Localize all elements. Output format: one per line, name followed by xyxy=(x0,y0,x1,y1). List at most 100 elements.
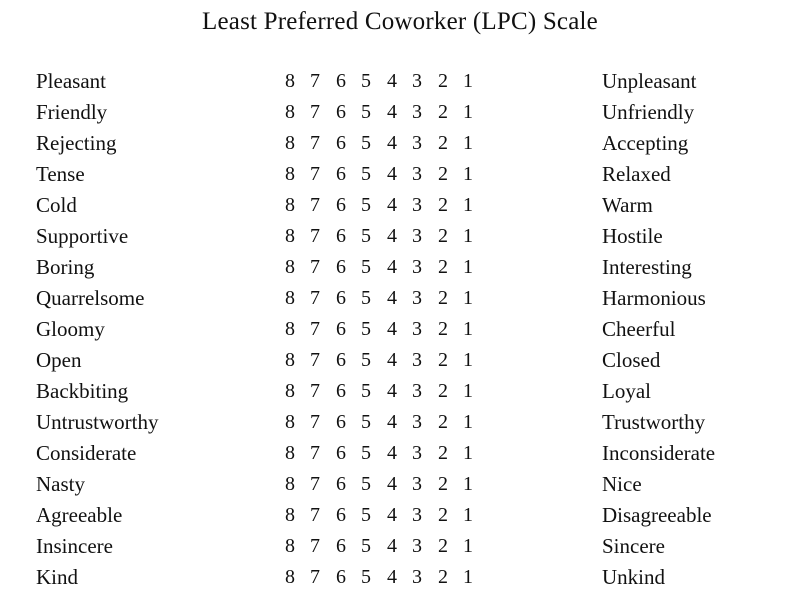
rating-option-1[interactable]: 1 xyxy=(459,471,477,498)
rating-option-6[interactable]: 6 xyxy=(332,68,350,95)
rating-option-2[interactable]: 2 xyxy=(434,502,452,529)
rating-option-8[interactable]: 8 xyxy=(281,223,299,250)
rating-option-7[interactable]: 7 xyxy=(306,347,324,374)
rating-option-6[interactable]: 6 xyxy=(332,130,350,157)
rating-option-1[interactable]: 1 xyxy=(459,254,477,281)
rating-option-8[interactable]: 8 xyxy=(281,502,299,529)
rating-option-7[interactable]: 7 xyxy=(306,285,324,312)
rating-option-5[interactable]: 5 xyxy=(357,130,375,157)
rating-option-1[interactable]: 1 xyxy=(459,223,477,250)
rating-option-2[interactable]: 2 xyxy=(434,564,452,591)
rating-option-7[interactable]: 7 xyxy=(306,254,324,281)
rating-option-5[interactable]: 5 xyxy=(357,471,375,498)
rating-option-4[interactable]: 4 xyxy=(383,409,401,436)
rating-option-5[interactable]: 5 xyxy=(357,347,375,374)
rating-option-3[interactable]: 3 xyxy=(408,130,426,157)
rating-option-1[interactable]: 1 xyxy=(459,533,477,560)
rating-option-2[interactable]: 2 xyxy=(434,378,452,405)
rating-option-3[interactable]: 3 xyxy=(408,68,426,95)
rating-option-4[interactable]: 4 xyxy=(383,68,401,95)
rating-option-3[interactable]: 3 xyxy=(408,409,426,436)
rating-option-3[interactable]: 3 xyxy=(408,285,426,312)
rating-option-1[interactable]: 1 xyxy=(459,316,477,343)
rating-option-2[interactable]: 2 xyxy=(434,471,452,498)
rating-option-8[interactable]: 8 xyxy=(281,192,299,219)
rating-option-3[interactable]: 3 xyxy=(408,223,426,250)
rating-option-5[interactable]: 5 xyxy=(357,378,375,405)
rating-option-1[interactable]: 1 xyxy=(459,68,477,95)
rating-option-1[interactable]: 1 xyxy=(459,409,477,436)
rating-option-2[interactable]: 2 xyxy=(434,223,452,250)
rating-option-7[interactable]: 7 xyxy=(306,68,324,95)
rating-option-8[interactable]: 8 xyxy=(281,99,299,126)
rating-option-4[interactable]: 4 xyxy=(383,533,401,560)
rating-option-3[interactable]: 3 xyxy=(408,161,426,188)
rating-option-2[interactable]: 2 xyxy=(434,161,452,188)
rating-option-6[interactable]: 6 xyxy=(332,254,350,281)
rating-option-4[interactable]: 4 xyxy=(383,192,401,219)
rating-option-6[interactable]: 6 xyxy=(332,409,350,436)
rating-option-3[interactable]: 3 xyxy=(408,564,426,591)
rating-option-2[interactable]: 2 xyxy=(434,347,452,374)
rating-option-3[interactable]: 3 xyxy=(408,99,426,126)
rating-option-5[interactable]: 5 xyxy=(357,192,375,219)
rating-option-8[interactable]: 8 xyxy=(281,130,299,157)
rating-option-4[interactable]: 4 xyxy=(383,254,401,281)
rating-option-8[interactable]: 8 xyxy=(281,378,299,405)
rating-option-8[interactable]: 8 xyxy=(281,347,299,374)
rating-option-8[interactable]: 8 xyxy=(281,471,299,498)
rating-option-1[interactable]: 1 xyxy=(459,192,477,219)
rating-option-5[interactable]: 5 xyxy=(357,99,375,126)
rating-option-5[interactable]: 5 xyxy=(357,440,375,467)
rating-option-6[interactable]: 6 xyxy=(332,99,350,126)
rating-option-6[interactable]: 6 xyxy=(332,223,350,250)
rating-option-4[interactable]: 4 xyxy=(383,130,401,157)
rating-option-3[interactable]: 3 xyxy=(408,440,426,467)
rating-option-2[interactable]: 2 xyxy=(434,285,452,312)
rating-option-2[interactable]: 2 xyxy=(434,533,452,560)
rating-option-3[interactable]: 3 xyxy=(408,316,426,343)
rating-option-2[interactable]: 2 xyxy=(434,440,452,467)
rating-option-7[interactable]: 7 xyxy=(306,471,324,498)
rating-option-3[interactable]: 3 xyxy=(408,533,426,560)
rating-option-5[interactable]: 5 xyxy=(357,564,375,591)
rating-option-8[interactable]: 8 xyxy=(281,161,299,188)
rating-option-8[interactable]: 8 xyxy=(281,285,299,312)
rating-option-4[interactable]: 4 xyxy=(383,285,401,312)
rating-option-1[interactable]: 1 xyxy=(459,502,477,529)
rating-option-4[interactable]: 4 xyxy=(383,161,401,188)
rating-option-2[interactable]: 2 xyxy=(434,409,452,436)
rating-option-7[interactable]: 7 xyxy=(306,223,324,250)
rating-option-5[interactable]: 5 xyxy=(357,533,375,560)
rating-option-1[interactable]: 1 xyxy=(459,564,477,591)
rating-option-1[interactable]: 1 xyxy=(459,347,477,374)
rating-option-4[interactable]: 4 xyxy=(383,223,401,250)
rating-option-6[interactable]: 6 xyxy=(332,378,350,405)
rating-option-6[interactable]: 6 xyxy=(332,285,350,312)
rating-option-8[interactable]: 8 xyxy=(281,533,299,560)
rating-option-6[interactable]: 6 xyxy=(332,471,350,498)
rating-option-1[interactable]: 1 xyxy=(459,99,477,126)
rating-option-5[interactable]: 5 xyxy=(357,502,375,529)
rating-option-5[interactable]: 5 xyxy=(357,316,375,343)
rating-option-8[interactable]: 8 xyxy=(281,564,299,591)
rating-option-5[interactable]: 5 xyxy=(357,223,375,250)
rating-option-2[interactable]: 2 xyxy=(434,130,452,157)
rating-option-4[interactable]: 4 xyxy=(383,440,401,467)
rating-option-7[interactable]: 7 xyxy=(306,564,324,591)
rating-option-3[interactable]: 3 xyxy=(408,254,426,281)
rating-option-2[interactable]: 2 xyxy=(434,254,452,281)
rating-option-6[interactable]: 6 xyxy=(332,347,350,374)
rating-option-7[interactable]: 7 xyxy=(306,440,324,467)
rating-option-7[interactable]: 7 xyxy=(306,130,324,157)
rating-option-2[interactable]: 2 xyxy=(434,316,452,343)
rating-option-2[interactable]: 2 xyxy=(434,68,452,95)
rating-option-4[interactable]: 4 xyxy=(383,99,401,126)
rating-option-2[interactable]: 2 xyxy=(434,192,452,219)
rating-option-7[interactable]: 7 xyxy=(306,378,324,405)
rating-option-4[interactable]: 4 xyxy=(383,471,401,498)
rating-option-5[interactable]: 5 xyxy=(357,161,375,188)
rating-option-6[interactable]: 6 xyxy=(332,192,350,219)
rating-option-3[interactable]: 3 xyxy=(408,502,426,529)
rating-option-7[interactable]: 7 xyxy=(306,316,324,343)
